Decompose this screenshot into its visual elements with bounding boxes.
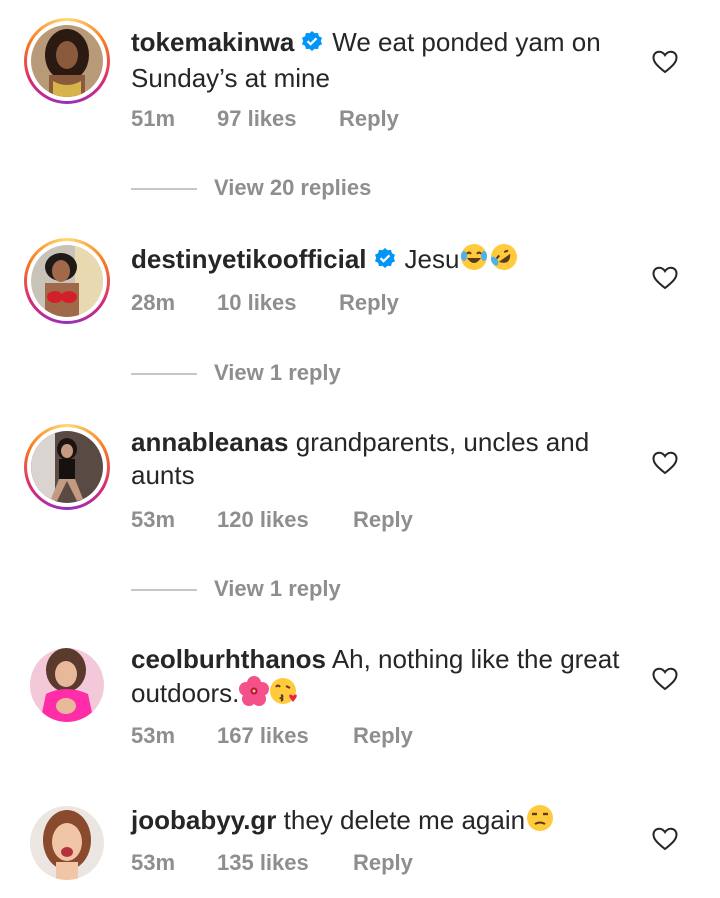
reply-button[interactable]: Reply	[353, 507, 413, 533]
story-ring	[24, 424, 110, 510]
heart-icon[interactable]	[652, 667, 678, 696]
comment-body: they delete me again	[283, 805, 526, 835]
story-ring	[24, 238, 110, 324]
comment-likes[interactable]: 167 likes	[217, 723, 353, 749]
view-replies-button[interactable]: View 1 reply	[131, 576, 341, 602]
comment-time: 53m	[131, 723, 176, 748]
avatar-image	[31, 431, 103, 503]
comment-text: annableanas grandparents, uncles and aun…	[131, 426, 631, 492]
comment-text: tokemakinwa We eat ponded yam on Sunday’s…	[131, 26, 631, 95]
view-replies-button[interactable]: View 1 reply	[131, 360, 341, 386]
comment-body: Jesu	[404, 244, 460, 274]
heart-icon[interactable]	[652, 827, 678, 856]
reply-button[interactable]: Reply	[339, 290, 399, 316]
comment-username[interactable]: annableanas	[131, 427, 289, 457]
comment-username[interactable]: ceolburhthanos	[131, 644, 326, 674]
avatar-image	[30, 806, 104, 880]
reply-button[interactable]: Reply	[353, 723, 413, 749]
reply-button[interactable]: Reply	[353, 850, 413, 876]
comment-likes[interactable]: 10 likes	[217, 290, 339, 316]
comment-text: joobabyy.gr they delete me again	[131, 803, 631, 841]
verified-badge-icon	[300, 29, 324, 62]
comment-time: 53m	[131, 507, 176, 532]
comment-username[interactable]: tokemakinwa	[131, 27, 294, 57]
comment-meta: 51m 97 likes Reply	[131, 106, 399, 132]
avatar[interactable]	[24, 642, 110, 728]
replies-divider-line	[131, 188, 197, 191]
replies-divider-line	[131, 373, 197, 376]
comment-meta: 53m 167 likes Reply	[131, 723, 413, 749]
avatar-image	[31, 25, 103, 97]
view-replies-label: View 1 reply	[214, 360, 341, 385]
comment-username[interactable]: destinyetikoofficial	[131, 244, 367, 274]
comment-time: 53m	[131, 850, 176, 875]
verified-badge-icon	[373, 246, 397, 279]
comment-likes[interactable]: 120 likes	[217, 507, 353, 533]
unamused-face-icon	[525, 803, 555, 841]
hibiscus-icon	[239, 676, 270, 714]
avatar[interactable]	[24, 800, 110, 886]
comment-text: destinyetikoofficial Jesu	[131, 242, 631, 280]
view-replies-button[interactable]: View 20 replies	[131, 175, 371, 201]
story-ring	[24, 18, 110, 104]
comment-text: ceolburhthanos Ah, nothing like the grea…	[131, 643, 631, 714]
avatar-image	[30, 648, 104, 722]
comment-time: 51m	[131, 106, 176, 131]
view-replies-label: View 1 reply	[214, 576, 341, 601]
avatar-image	[31, 245, 103, 317]
comment-username[interactable]: joobabyy.gr	[131, 805, 276, 835]
avatar[interactable]	[24, 238, 110, 324]
avatar[interactable]	[24, 18, 110, 104]
comment-likes[interactable]: 97 likes	[217, 106, 339, 132]
comment-meta: 28m 10 likes Reply	[131, 290, 399, 316]
heart-icon[interactable]	[652, 50, 678, 79]
face-blowing-a-kiss-icon	[269, 676, 299, 714]
avatar[interactable]	[24, 424, 110, 510]
heart-icon[interactable]	[652, 451, 678, 480]
comment-meta: 53m 120 likes Reply	[131, 507, 413, 533]
heart-icon[interactable]	[652, 266, 678, 295]
comment-likes[interactable]: 135 likes	[217, 850, 353, 876]
reply-button[interactable]: Reply	[339, 106, 399, 132]
view-replies-label: View 20 replies	[214, 175, 372, 200]
replies-divider-line	[131, 589, 197, 592]
comment-meta: 53m 135 likes Reply	[131, 850, 413, 876]
rolling-on-floor-laughing-icon	[489, 242, 519, 280]
comment-time: 28m	[131, 290, 176, 315]
face-with-tears-of-joy-icon	[459, 242, 489, 280]
